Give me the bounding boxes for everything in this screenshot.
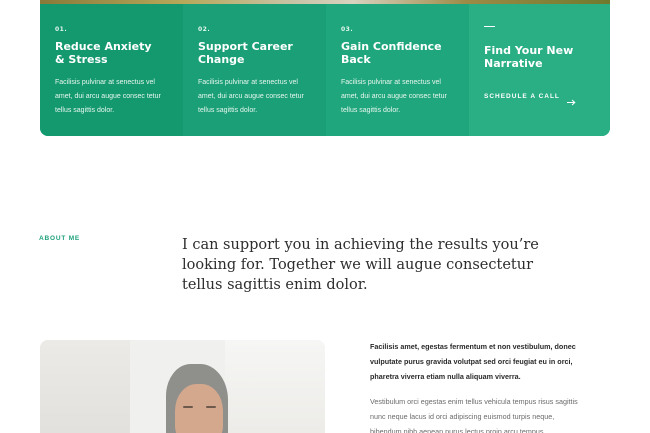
about-heading: I can support you in achieving the resul…: [182, 237, 539, 293]
service-title: Gain Confidence Back: [341, 40, 455, 66]
cta-title-line: Find Your New: [484, 44, 574, 57]
service-number: 02.: [198, 26, 211, 33]
services-panel: 01. Reduce Anxiety & Stress Facilisis pu…: [40, 4, 610, 136]
about-paragraph-intro: Facilisis amet, egestas fermentum et non…: [370, 342, 576, 381]
service-description: Facilisis pulvinar at senectus vel amet,…: [341, 79, 447, 114]
dash-divider: [484, 26, 495, 27]
service-title: Support Career Change: [198, 40, 312, 66]
schedule-call-link[interactable]: SCHEDULE A CALL: [484, 93, 576, 106]
service-title-line: Reduce Anxiety: [55, 40, 152, 53]
service-description: Facilisis pulvinar at senectus vel amet,…: [198, 79, 304, 114]
photo-eyebrow: [206, 406, 216, 408]
service-title: Reduce Anxiety & Stress: [55, 40, 169, 66]
cta-card: Find Your New Narrative SCHEDULE A CALL: [469, 4, 610, 136]
schedule-call-label: SCHEDULE A CALL: [484, 93, 560, 100]
service-title-line: Gain Confidence: [341, 40, 442, 53]
service-card-career-change: 02. Support Career Change Facilisis pulv…: [183, 4, 326, 136]
service-card-reduce-anxiety: 01. Reduce Anxiety & Stress Facilisis pu…: [40, 4, 183, 136]
photo-background: [40, 340, 130, 433]
photo-eyebrow: [183, 406, 193, 408]
service-card-gain-confidence: 03. Gain Confidence Back Facilisis pulvi…: [326, 4, 469, 136]
service-number: 01.: [55, 26, 68, 33]
about-paragraph-body: Vestibulum orci egestas enim tellus vehi…: [370, 397, 578, 433]
service-title-line: Support Career: [198, 40, 293, 53]
cta-title: Find Your New Narrative: [484, 44, 596, 70]
photo-background: [225, 340, 325, 433]
photo-face: [175, 384, 223, 433]
service-number: 03.: [341, 26, 354, 33]
about-me-label: ABOUT ME: [39, 235, 81, 242]
portrait-photo: [40, 340, 325, 433]
service-title-line: Back: [341, 52, 371, 66]
service-title-line: & Stress: [55, 52, 108, 66]
service-title-line: Change: [198, 52, 245, 66]
cta-title-line: Narrative: [484, 56, 543, 70]
arrow-right-icon: [566, 93, 576, 106]
service-description: Facilisis pulvinar at senectus vel amet,…: [55, 79, 161, 114]
